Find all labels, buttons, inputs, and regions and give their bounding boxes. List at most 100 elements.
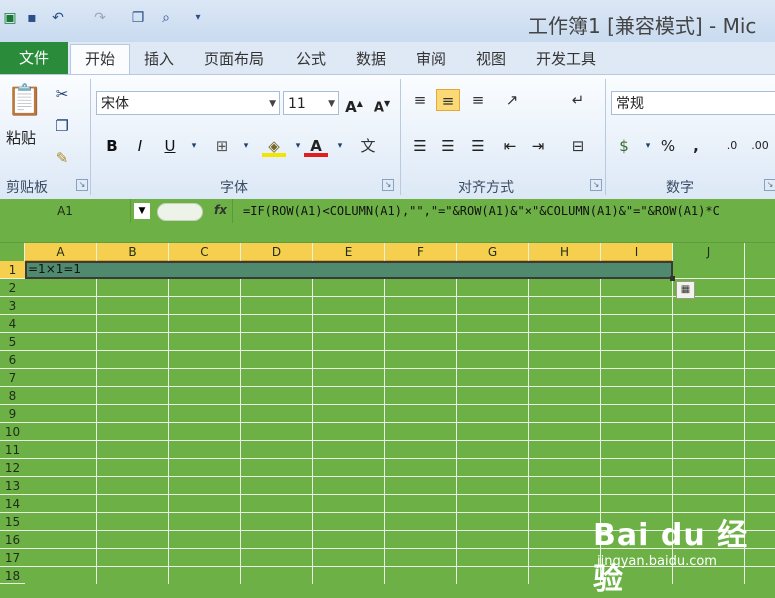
clipboard-launcher-icon[interactable]: ↘ (76, 179, 88, 191)
formula-toggle[interactable] (157, 203, 203, 221)
row-header[interactable]: 8 (0, 387, 25, 405)
selected-range[interactable] (25, 261, 673, 279)
row-header[interactable]: 13 (0, 477, 25, 495)
row-header[interactable]: 7 (0, 369, 25, 387)
font-launcher-icon[interactable]: ↘ (382, 179, 394, 191)
column-header-f[interactable]: F (385, 243, 457, 262)
column-header-d[interactable]: D (241, 243, 313, 262)
orientation-icon[interactable]: ↗ (500, 89, 524, 111)
row-header[interactable]: 10 (0, 423, 25, 441)
font-color-icon[interactable]: A (304, 135, 328, 157)
number-launcher-icon[interactable]: ↘ (764, 179, 775, 191)
decrease-decimal-icon[interactable]: .00 (748, 135, 772, 157)
chevron-down-icon[interactable]: ▾ (182, 135, 206, 157)
percent-style-icon[interactable]: % (656, 135, 680, 157)
tab-developer[interactable]: 开发工具 (536, 48, 596, 69)
increase-decimal-icon[interactable]: .0 (720, 135, 744, 157)
row-header[interactable]: 18 (0, 567, 25, 584)
align-top-icon[interactable]: ≡ (408, 89, 432, 111)
cell-a1[interactable]: =1×1=1 (28, 262, 81, 276)
borders-icon[interactable]: ⊞ (210, 135, 234, 157)
accounting-format-icon[interactable]: $ (612, 135, 636, 157)
row-header[interactable]: 15 (0, 513, 25, 531)
tab-page-layout[interactable]: 页面布局 (204, 48, 264, 69)
column-header-e[interactable]: E (313, 243, 385, 262)
save-icon[interactable]: ▪ (22, 8, 42, 28)
customize-quick-access-icon[interactable]: ▾ (188, 8, 208, 28)
auto-fill-options-icon[interactable]: ▦ (676, 281, 695, 299)
copy-icon[interactable]: ❐ (50, 115, 74, 137)
font-size-value: 11 (288, 96, 306, 112)
decrease-font-icon[interactable]: A▼ (370, 93, 394, 115)
column-header-g[interactable]: G (457, 243, 529, 262)
column-header-a[interactable]: A (25, 243, 97, 262)
row-header[interactable]: 5 (0, 333, 25, 351)
cut-icon[interactable]: ✂ (50, 83, 74, 105)
wrap-text-icon[interactable]: ↵ (566, 89, 590, 111)
align-bottom-icon[interactable]: ≡ (466, 89, 490, 111)
fill-color-icon[interactable]: ◈ (262, 135, 286, 157)
chevron-down-icon[interactable]: ▼ (134, 203, 150, 219)
paste-button[interactable]: 粘贴 (6, 127, 36, 148)
column-header-c[interactable]: C (169, 243, 241, 262)
tab-insert[interactable]: 插入 (144, 48, 174, 69)
font-name-combo[interactable]: 宋体 ▼ (96, 91, 280, 115)
paste-icon[interactable]: 📋 (6, 83, 43, 119)
number-format-combo[interactable]: 常规 (611, 91, 775, 115)
formula-bar: A1 ▼ fx =IF(ROW(A1)<COLUMN(A1),"","="&RO… (0, 199, 775, 240)
fill-handle[interactable] (670, 276, 675, 281)
format-painter-icon[interactable]: ✎ (50, 147, 74, 169)
underline-icon[interactable]: U (158, 135, 182, 157)
increase-indent-icon[interactable]: ⇥ (526, 135, 550, 157)
align-left-icon[interactable]: ☰ (408, 135, 432, 157)
column-header-b[interactable]: B (97, 243, 169, 262)
copy-icon[interactable]: ❐ (128, 8, 148, 28)
number-format-value: 常规 (616, 96, 644, 112)
row-header[interactable]: 11 (0, 441, 25, 459)
select-all-corner[interactable] (0, 243, 25, 262)
row-header[interactable]: 1 (0, 261, 25, 279)
alignment-launcher-icon[interactable]: ↘ (590, 179, 602, 191)
formula-input[interactable]: =IF(ROW(A1)<COLUMN(A1),"","="&ROW(A1)&"×… (232, 199, 775, 223)
column-header-i[interactable]: I (601, 243, 673, 262)
row-header[interactable]: 14 (0, 495, 25, 513)
column-header-j[interactable]: J (673, 243, 745, 262)
row-header[interactable]: 17 (0, 549, 25, 567)
name-box[interactable]: A1 (0, 199, 131, 223)
align-middle-icon[interactable]: ≡ (436, 89, 460, 111)
chevron-down-icon[interactable]: ▾ (328, 135, 352, 157)
row-header[interactable]: 12 (0, 459, 25, 477)
increase-font-icon[interactable]: A▲ (342, 93, 366, 116)
row-header[interactable]: 2 (0, 279, 25, 297)
tab-formulas[interactable]: 公式 (296, 48, 326, 69)
redo-icon[interactable]: ↷ (90, 8, 110, 28)
undo-icon[interactable]: ↶ (48, 8, 68, 28)
comma-style-icon[interactable]: , (684, 135, 708, 157)
align-center-icon[interactable]: ☰ (436, 135, 460, 157)
insert-function-icon[interactable]: fx (214, 203, 227, 217)
tab-view[interactable]: 视图 (476, 48, 506, 69)
font-name-value: 宋体 (101, 96, 129, 112)
merge-center-icon[interactable]: ⊟ (566, 135, 590, 157)
font-size-combo[interactable]: 11 ▼ (283, 91, 339, 115)
row-header[interactable]: 6 (0, 351, 25, 369)
tab-file[interactable]: 文件 (0, 42, 68, 74)
italic-icon[interactable]: I (128, 135, 152, 157)
tab-review[interactable]: 审阅 (416, 48, 446, 69)
align-right-icon[interactable]: ☰ (466, 135, 490, 157)
print-preview-icon[interactable]: ⌕ (156, 8, 176, 28)
chevron-down-icon: ▼ (328, 99, 335, 109)
row-header[interactable]: 4 (0, 315, 25, 333)
chevron-down-icon[interactable]: ▾ (234, 135, 258, 157)
row-header[interactable]: 9 (0, 405, 25, 423)
phonetic-guide-icon[interactable]: 文 (356, 135, 380, 157)
row-header[interactable]: 16 (0, 531, 25, 549)
row-header[interactable]: 3 (0, 297, 25, 315)
column-headers: A B C D E F G H I J (0, 242, 775, 262)
bold-icon[interactable]: B (100, 135, 124, 157)
tab-home[interactable]: 开始 (70, 44, 130, 75)
column-header-h[interactable]: H (529, 243, 601, 262)
decrease-indent-icon[interactable]: ⇤ (498, 135, 522, 157)
title-bar: ▣ ▪ ↶ ↷ ❐ ⌕ ▾ 工作簿1 [兼容模式] - Mic (0, 0, 775, 43)
tab-data[interactable]: 数据 (356, 48, 386, 69)
